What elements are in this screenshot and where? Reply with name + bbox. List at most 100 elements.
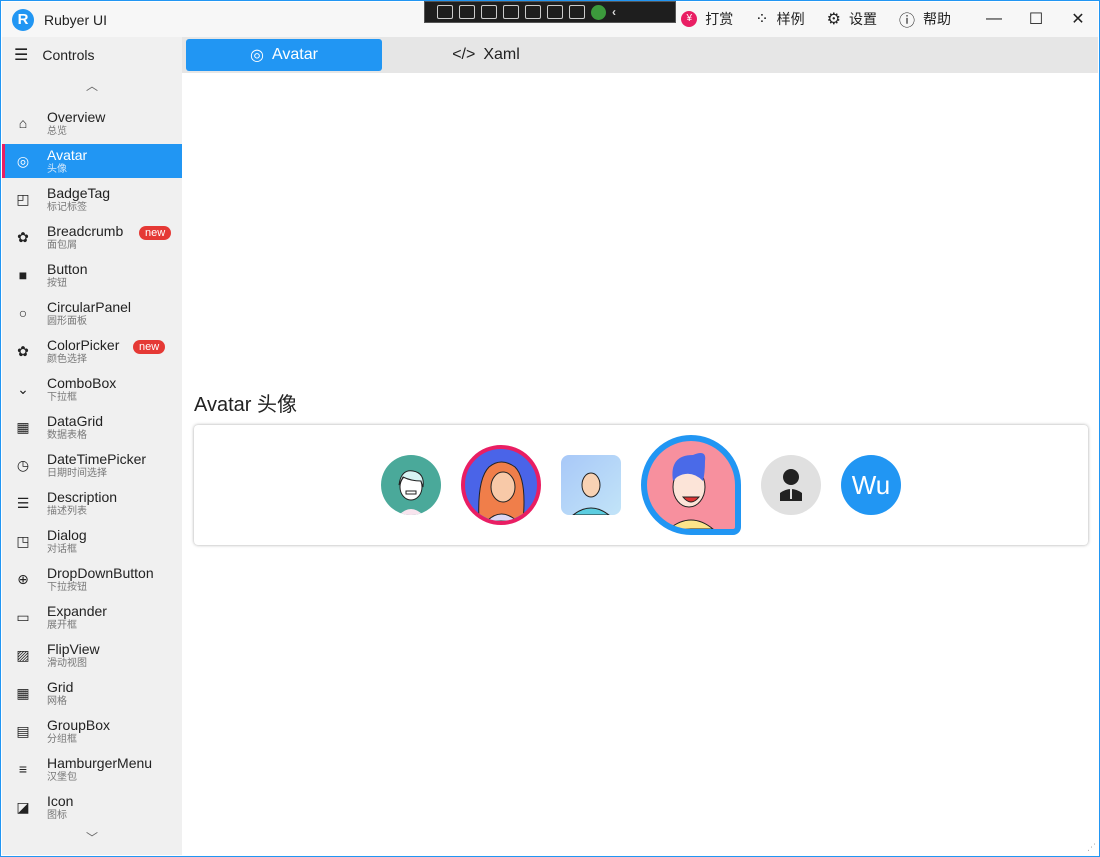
close-button[interactable]: ✕	[1057, 9, 1099, 29]
scroll-up-button[interactable]: ︿	[2, 73, 182, 93]
button-icon: ■	[18, 267, 28, 283]
sidebar-item-sublabel: 汉堡包	[47, 771, 77, 783]
icon-icon: ◪	[16, 798, 30, 815]
scroll-down-button[interactable]: ﹀	[2, 825, 182, 845]
sidebar-item-label: GroupBox	[47, 716, 111, 733]
record-icon[interactable]	[459, 5, 475, 19]
user-circle-icon: ◎	[250, 47, 264, 64]
badgetag-icon: ◰	[16, 190, 30, 207]
sidebar-item-dropdownbutton[interactable]: ⊕ DropDownButton 下拉按钮	[2, 562, 182, 596]
sidebar-header[interactable]: ☰ Controls	[2, 37, 182, 73]
adorner-icon[interactable]	[503, 5, 519, 19]
description-icon: ☰	[16, 494, 30, 511]
sidebar-item-groupbox[interactable]: ▤ GroupBox 分组框	[2, 714, 182, 748]
sidebar-item-label: DropDownButton	[47, 564, 154, 581]
sidebar-item-sublabel: 展开框	[47, 619, 77, 631]
sidebar-item-label: Breadcrumb	[47, 222, 124, 239]
sidebar-item-button[interactable]: ■ Button 按钮	[2, 258, 182, 292]
sidebar-item-label: Grid	[47, 678, 74, 695]
help-icon: ⓘ	[898, 12, 915, 30]
section-title: Avatar 头像	[194, 394, 297, 416]
samples-button[interactable]: ⁘ 样例	[755, 9, 804, 29]
datagrid-icon: ▦	[16, 418, 30, 435]
combobox-icon: ⌄	[17, 380, 29, 397]
settings-button[interactable]: ⚙ 设置	[827, 9, 877, 29]
accessibility-icon[interactable]	[569, 5, 585, 19]
sidebar-item-sublabel: 图标	[47, 809, 67, 821]
sidebar-item-sublabel: 日期时间选择	[47, 467, 107, 479]
sidebar-item-badgetag[interactable]: ◰ BadgeTag 标记标签	[2, 182, 182, 216]
sidebar-item-sublabel: 描述列表	[47, 505, 87, 517]
avatar-default-icon[interactable]	[761, 455, 821, 515]
sidebar-item-sublabel: 分组框	[47, 733, 77, 745]
grid-icon: ▦	[16, 684, 30, 701]
app-title: Rubyer UI	[44, 11, 108, 28]
expander-icon: ▭	[16, 608, 30, 625]
sidebar-item-sublabel: 网格	[47, 695, 67, 707]
avatar-card: Wu	[194, 425, 1088, 545]
sidebar-item-sublabel: 标记标签	[47, 201, 87, 213]
hot-reload-icon[interactable]	[547, 5, 563, 19]
live-tree-icon[interactable]	[437, 5, 453, 19]
sidebar-item-sublabel: 滑动视图	[47, 657, 87, 669]
sidebar-item-combobox[interactable]: ⌄ ComboBox 下拉框	[2, 372, 182, 406]
sidebar-item-colorpicker[interactable]: ✿ ColorPicker 颜色选择 new	[2, 334, 182, 368]
sidebar-item-label: Icon	[47, 792, 74, 809]
sidebar-item-icon[interactable]: ◪ Icon 图标	[2, 790, 182, 824]
tab-xaml[interactable]: </> Xaml	[388, 39, 584, 71]
new-badge: new	[139, 226, 172, 240]
sidebar-item-hamburgermenu[interactable]: ≡ HamburgerMenu 汉堡包	[2, 752, 182, 786]
tab-avatar[interactable]: ◎ Avatar	[186, 39, 382, 71]
sidebar-item-grid[interactable]: ▦ Grid 网格	[2, 676, 182, 710]
sidebar-item-breadcrumb[interactable]: ✿ Breadcrumb 面包屑 new	[2, 220, 182, 254]
avatar-image-4[interactable]	[641, 435, 741, 535]
sidebar-item-label: Description	[47, 488, 118, 505]
sidebar-item-dialog[interactable]: ◳ Dialog 对话框	[2, 524, 182, 558]
minimize-button[interactable]: —	[973, 10, 1015, 28]
sidebar-item-sublabel: 圆形面板	[47, 315, 87, 327]
sidebar-item-sublabel: 下拉框	[47, 391, 77, 403]
sidebar-item-label: DataGrid	[47, 412, 104, 429]
gear-icon: ⚙	[826, 10, 841, 28]
sidebar-item-datagrid[interactable]: ▦ DataGrid 数据表格	[2, 410, 182, 444]
sidebar-item-label: HamburgerMenu	[47, 754, 153, 771]
resize-grip[interactable]: ⋰	[1087, 842, 1096, 853]
breadcrumb-icon: ✿	[17, 228, 29, 245]
circularpanel-icon: ○	[18, 305, 28, 321]
avatar-image-1[interactable]	[381, 455, 441, 515]
check-icon[interactable]	[591, 4, 606, 20]
app-logo: R	[12, 8, 34, 31]
track-focus-icon[interactable]	[525, 5, 541, 19]
sidebar-item-circularpanel[interactable]: ○ CircularPanel 圆形面板	[2, 296, 182, 330]
code-icon: </>	[452, 46, 476, 63]
avatar-text[interactable]: Wu	[841, 455, 901, 515]
donate-button[interactable]: ¥ 打赏	[681, 9, 733, 29]
sidebar-item-label: ComboBox	[47, 374, 117, 391]
sidebar-item-expander[interactable]: ▭ Expander 展开框	[2, 600, 182, 634]
sidebar-item-datetimepicker[interactable]: ◷ DateTimePicker 日期时间选择	[2, 448, 182, 482]
help-button[interactable]: ⓘ 帮助	[899, 7, 951, 31]
sidebar-item-description[interactable]: ☰ Description 描述列表	[2, 486, 182, 520]
flipview-icon: ▨	[16, 646, 30, 663]
select-element-icon[interactable]	[481, 5, 497, 19]
debug-toolbar: ‹	[424, 1, 676, 23]
sidebar-item-avatar[interactable]: ◎ Avatar 头像	[2, 144, 182, 178]
sidebar-item-sublabel: 头像	[47, 163, 67, 175]
sidebar-item-label: Dialog	[47, 526, 87, 543]
sidebar-item-sublabel: 面包屑	[47, 239, 77, 251]
collapse-icon[interactable]: ‹	[612, 5, 616, 19]
groupbox-icon: ▤	[16, 722, 30, 739]
sidebar-item-overview[interactable]: ⌂ Overview 总览	[2, 106, 182, 140]
hamburgermenu-icon: ≡	[18, 761, 28, 777]
grid-icon: ⁘	[755, 10, 769, 28]
dialog-icon: ◳	[16, 532, 30, 549]
colorpicker-icon: ✿	[17, 342, 29, 359]
avatar-image-2[interactable]	[461, 445, 541, 525]
datetimepicker-icon: ◷	[16, 456, 30, 473]
sidebar-item-flipview[interactable]: ▨ FlipView 滑动视图	[2, 638, 182, 672]
sidebar-item-sublabel: 总览	[47, 125, 67, 137]
sidebar-item-label: Expander	[47, 602, 107, 619]
sidebar-item-sublabel: 对话框	[47, 543, 77, 555]
avatar-image-3[interactable]	[561, 455, 621, 515]
maximize-button[interactable]: ☐	[1015, 9, 1057, 29]
